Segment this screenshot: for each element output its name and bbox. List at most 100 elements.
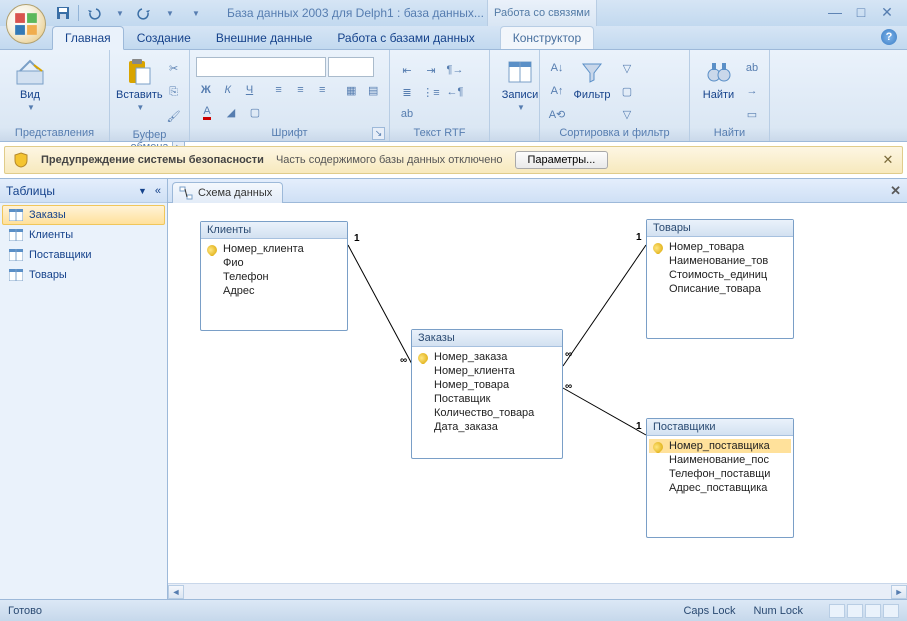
table-suppliers[interactable]: Поставщики Номер_поставщика Наименование… <box>646 418 794 538</box>
qat-customize-icon[interactable]: ▼ <box>185 3 207 23</box>
table-header[interactable]: Заказы <box>412 330 562 347</box>
align-center-icon[interactable]: ≡ <box>291 79 311 101</box>
security-options-button[interactable]: Параметры... <box>515 151 609 169</box>
ltr-icon[interactable]: ¶→ <box>444 59 466 81</box>
field[interactable]: Номер_товара <box>414 378 560 392</box>
scroll-left-icon[interactable]: ◄ <box>168 585 184 599</box>
office-button[interactable] <box>6 4 46 44</box>
nav-item-orders[interactable]: Заказы <box>2 205 165 225</box>
view-shortcut-icon[interactable] <box>865 604 881 618</box>
field-pk[interactable]: Номер_клиента <box>203 242 345 256</box>
nav-header[interactable]: Таблицы ▼ « <box>0 179 167 203</box>
italic-icon[interactable]: К <box>218 79 238 101</box>
nav-item-goods[interactable]: Товары <box>2 265 165 285</box>
numbering-icon[interactable]: ≣ <box>396 81 418 103</box>
advanced-filter-icon[interactable]: ▢ <box>616 80 638 102</box>
security-close-icon[interactable]: ✕ <box>880 152 896 168</box>
field[interactable]: Поставщик <box>414 392 560 406</box>
align-left-icon[interactable]: ≡ <box>269 79 289 101</box>
field[interactable]: Телефон <box>203 270 345 284</box>
dialog-launcher-icon[interactable]: ↘ <box>372 127 385 140</box>
chevron-down-icon[interactable]: ▼ <box>138 186 147 196</box>
undo-dropdown-icon[interactable]: ▼ <box>109 3 131 23</box>
border-icon[interactable]: ▢ <box>244 101 266 123</box>
toggle-filter-icon[interactable]: ▽ <box>616 103 638 125</box>
field[interactable]: Адрес <box>203 284 345 298</box>
tab-external-data[interactable]: Внешние данные <box>204 27 325 49</box>
highlight-icon[interactable]: ab <box>396 103 418 125</box>
field[interactable]: Номер_клиента <box>414 364 560 378</box>
table-header[interactable]: Товары <box>647 220 793 237</box>
group-find-label: Найти <box>696 125 763 141</box>
gridlines-icon[interactable]: ▦ <box>341 79 361 101</box>
field[interactable]: Описание_товара <box>649 282 791 296</box>
relationship-canvas[interactable]: 1 ∞ ∞ 1 ∞ 1 Клиенты Номер_клиента Фио Те… <box>168 203 907 583</box>
copy-icon[interactable]: ⎘ <box>163 81 185 103</box>
horizontal-scrollbar[interactable]: ◄ ► <box>168 583 907 599</box>
maximize-button[interactable]: □ <box>851 5 871 21</box>
field[interactable]: Наименование_тов <box>649 254 791 268</box>
field[interactable]: Фио <box>203 256 345 270</box>
font-color-icon[interactable]: A <box>196 101 218 123</box>
filter-button[interactable]: Фильтр <box>568 53 616 125</box>
underline-icon[interactable]: Ч <box>240 79 260 101</box>
field[interactable]: Стоимость_единиц <box>649 268 791 282</box>
minimize-button[interactable]: — <box>825 5 845 21</box>
tab-create[interactable]: Создание <box>125 27 203 49</box>
goto-icon[interactable]: → <box>741 80 763 102</box>
selection-filter-icon[interactable]: ▽ <box>616 57 638 79</box>
field[interactable]: Телефон_поставщи <box>649 467 791 481</box>
field-pk[interactable]: Номер_поставщика <box>649 439 791 453</box>
field[interactable]: Количество_товара <box>414 406 560 420</box>
view-button[interactable]: Вид ▼ <box>6 53 54 112</box>
tab-home[interactable]: Главная <box>52 26 124 50</box>
tab-database-tools[interactable]: Работа с базами данных <box>325 27 486 49</box>
replace-icon[interactable]: ab <box>741 57 763 79</box>
scroll-right-icon[interactable]: ► <box>891 585 907 599</box>
field[interactable]: Дата_заказа <box>414 420 560 434</box>
tab-design[interactable]: Конструктор <box>500 26 594 49</box>
save-icon[interactable] <box>52 3 74 23</box>
field-pk[interactable]: Номер_товара <box>649 240 791 254</box>
bullets-icon[interactable]: ⋮≡ <box>420 81 442 103</box>
collapse-icon[interactable]: « <box>155 185 161 197</box>
help-icon[interactable]: ? <box>881 29 897 45</box>
cut-icon[interactable]: ✂ <box>163 57 185 79</box>
bold-icon[interactable]: Ж <box>196 79 216 101</box>
table-clients[interactable]: Клиенты Номер_клиента Фио Телефон Адрес <box>200 221 348 331</box>
rtl-icon[interactable]: ←¶ <box>444 81 466 103</box>
align-right-icon[interactable]: ≡ <box>312 79 332 101</box>
view-shortcut-icon[interactable] <box>847 604 863 618</box>
sort-desc-icon[interactable]: A↑ <box>546 80 568 102</box>
font-size-combo[interactable] <box>328 57 374 77</box>
table-header[interactable]: Клиенты <box>201 222 347 239</box>
records-button[interactable]: Записи ▼ <box>496 53 544 112</box>
field[interactable]: Наименование_пос <box>649 453 791 467</box>
table-orders[interactable]: Заказы Номер_заказа Номер_клиента Номер_… <box>411 329 563 459</box>
view-shortcut-icon[interactable] <box>883 604 899 618</box>
table-goods[interactable]: Товары Номер_товара Наименование_тов Сто… <box>646 219 794 339</box>
field[interactable]: Адрес_поставщика <box>649 481 791 495</box>
increase-indent-icon[interactable]: ⇥ <box>420 59 442 81</box>
nav-item-suppliers[interactable]: Поставщики <box>2 245 165 265</box>
redo-dropdown-icon[interactable]: ▼ <box>159 3 181 23</box>
doc-close-icon[interactable]: ✕ <box>890 183 901 199</box>
paste-button[interactable]: Вставить ▼ <box>116 53 163 127</box>
select-icon[interactable]: ▭ <box>741 103 763 125</box>
alt-row-color-icon[interactable]: ▤ <box>363 79 383 101</box>
doc-tab-relationships[interactable]: Схема данных <box>172 182 283 203</box>
format-painter-icon[interactable]: 🖌 <box>163 105 185 127</box>
view-shortcut-icon[interactable] <box>829 604 845 618</box>
redo-icon[interactable] <box>133 3 155 23</box>
table-header[interactable]: Поставщики <box>647 419 793 436</box>
clear-sort-icon[interactable]: A⟲ <box>546 103 568 125</box>
fill-color-icon[interactable]: ◢ <box>220 101 242 123</box>
sort-asc-icon[interactable]: A↓ <box>546 57 568 79</box>
nav-item-clients[interactable]: Клиенты <box>2 225 165 245</box>
close-button[interactable]: ✕ <box>877 5 897 21</box>
font-combo[interactable] <box>196 57 326 77</box>
undo-icon[interactable] <box>83 3 105 23</box>
decrease-indent-icon[interactable]: ⇤ <box>396 59 418 81</box>
find-button[interactable]: Найти <box>696 53 741 125</box>
field-pk[interactable]: Номер_заказа <box>414 350 560 364</box>
